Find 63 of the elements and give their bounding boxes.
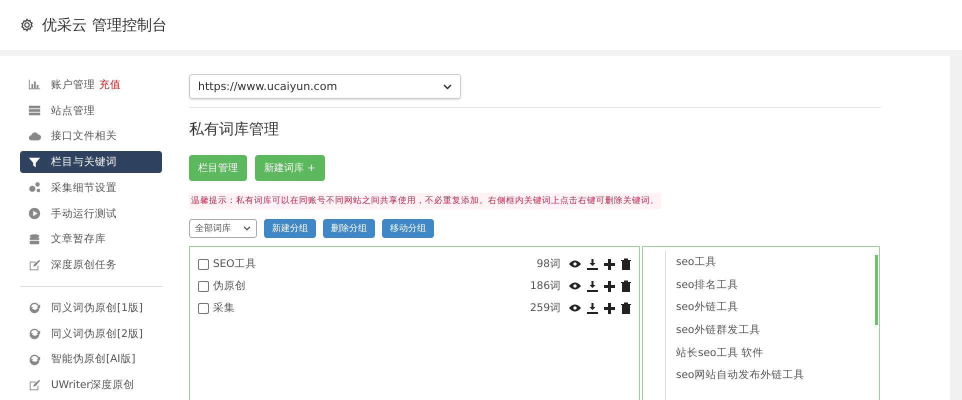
download-icon[interactable] [587,302,598,314]
edit-icon [28,258,41,272]
sidebar-item[interactable]: 账户管理 充值 [20,74,162,96]
group-button[interactable]: 新建分组 [264,219,316,238]
sidebar-item[interactable]: 手动运行测试 [20,202,162,224]
play-icon [28,207,41,220]
bar-chart-icon [28,78,41,92]
eye-icon[interactable] [569,304,581,312]
word-count: 186词 [530,279,561,293]
chevron-down-icon [243,226,251,231]
keyword-item[interactable]: seo工具 [676,251,871,274]
checkbox[interactable] [198,280,209,292]
recharge-link[interactable]: 充值 [99,78,121,92]
checkbox[interactable] [198,302,209,314]
sync-icon [28,327,41,340]
cloud-icon [28,130,41,143]
site-select[interactable]: https://www.ucaiyun.com [189,74,461,99]
library-name: SEO工具 [213,257,258,271]
trash-icon[interactable] [621,258,631,270]
sync-icon [28,301,41,314]
group-button[interactable]: 删除分组 [323,219,375,238]
page-heading: 私有词库管理 [189,120,280,139]
sidebar-item[interactable]: 接口文件相关 [20,126,162,148]
server-icon [28,104,41,118]
sidebar-item[interactable]: UWriter深度原创 [20,374,162,396]
keyword-item[interactable]: seo排名工具 [676,274,871,296]
sidebar-item[interactable]: 智能伪原创[AI版] [20,348,162,370]
keyword-item[interactable]: seo外链群发工具 [676,318,871,342]
keyword-item[interactable]: seo网站自动发布外链工具 [676,364,871,387]
sidebar-item[interactable]: 站点管理 [20,100,162,122]
settings-icon [20,18,34,32]
sidebar-item[interactable]: 文章暂存库 [20,228,162,250]
scrollbar[interactable] [875,255,878,325]
library-name: 采集 [213,301,236,315]
checkbox[interactable] [198,258,209,270]
library-name: 伪原创 [213,279,247,293]
edit-icon [28,378,41,392]
plus-icon[interactable] [604,302,615,314]
plus-icon[interactable] [604,280,615,292]
group-select[interactable]: 全部词库 [189,219,257,238]
keyword-item[interactable]: seo外链工具 [676,296,871,319]
trash-icon[interactable] [621,280,631,292]
plus-icon[interactable] [604,258,615,270]
group-button[interactable]: 移动分组 [382,219,434,238]
chevron-down-icon [443,84,452,90]
word-count: 259词 [530,301,561,315]
sidebar-item[interactable]: 栏目与关键词 [20,151,162,173]
download-icon[interactable] [587,258,598,270]
eye-icon[interactable] [569,260,581,268]
filter-icon [28,156,41,169]
sidebar-item[interactable]: 深度原创任务 [20,254,162,276]
sidebar-item[interactable]: 采集细节设置 [20,177,162,199]
sidebar-item[interactable]: 同义词伪原创[1版] [20,297,162,319]
database-icon [28,232,41,246]
tip-text: 温馨提示：私有词库可以在同账号不同网站之间共享使用，不必重复添加。右侧框内关键词上点击右键可删除关键词。 [189,193,661,209]
download-icon[interactable] [587,280,598,292]
keyword-item[interactable]: 站长seo工具 软件 [676,341,871,364]
eye-icon[interactable] [569,282,581,290]
trash-icon[interactable] [621,302,631,314]
app-title: 优采云 管理控制台 [42,16,167,34]
sync-icon [28,352,41,366]
sidebar-item[interactable]: 同义词伪原创[2版] [20,322,162,344]
word-count: 98词 [536,257,561,271]
